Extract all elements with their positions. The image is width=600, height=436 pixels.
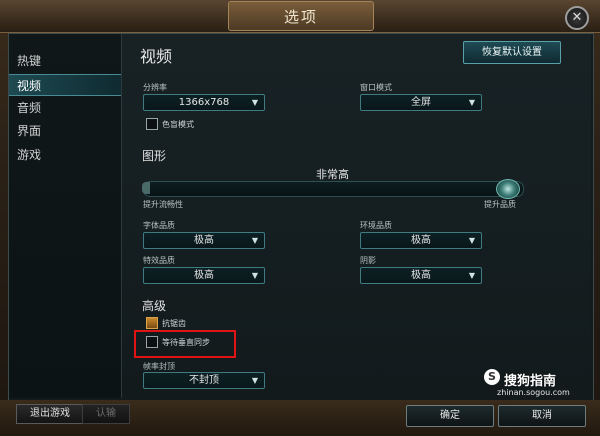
resolution-dropdown[interactable]: 1366x768 ▼ xyxy=(143,94,265,111)
framerate-cap-dropdown[interactable]: 不封顶 ▼ xyxy=(143,372,265,389)
watermark-url: zhinan.sogou.com xyxy=(497,388,570,397)
framerate-cap-value: 不封顶 xyxy=(189,375,219,386)
environment-quality-value: 极高 xyxy=(411,235,431,246)
resolution-value: 1366x768 xyxy=(178,97,230,108)
shadows-dropdown[interactable]: 极高 ▼ xyxy=(360,267,482,284)
sidebar-item-game[interactable]: 游戏 xyxy=(9,144,121,166)
environment-quality-dropdown[interactable]: 极高 ▼ xyxy=(360,232,482,249)
chevron-down-icon: ▼ xyxy=(251,236,258,245)
chevron-down-icon: ▼ xyxy=(251,271,258,280)
character-quality-value: 极高 xyxy=(194,235,214,246)
chevron-down-icon: ▼ xyxy=(468,98,475,107)
sidebar: 热键 视频 音频 界面 游戏 xyxy=(9,34,122,398)
chevron-down-icon: ▼ xyxy=(468,271,475,280)
chevron-down-icon: ▼ xyxy=(251,98,258,107)
quality-value: 非常高 xyxy=(316,168,349,181)
antialiasing-label: 抗锯齿 xyxy=(162,319,186,328)
character-quality-dropdown[interactable]: 极高 ▼ xyxy=(143,232,265,249)
surrender-button[interactable]: 认输 xyxy=(82,404,130,424)
sogou-logo-icon: S xyxy=(484,369,500,385)
reset-defaults-button[interactable]: 恢复默认设置 xyxy=(463,41,561,64)
quality-slider-handle[interactable] xyxy=(496,179,520,199)
slider-right-label: 提升品质 xyxy=(484,200,516,209)
exit-game-button[interactable]: 退出游戏 xyxy=(16,404,84,424)
watermark-brand: 搜狗指南 xyxy=(504,374,557,389)
sidebar-item-audio[interactable]: 音频 xyxy=(9,97,121,119)
window-title: 选项 xyxy=(228,1,374,31)
advanced-section-title: 高级 xyxy=(142,299,167,313)
window-mode-dropdown[interactable]: 全屏 ▼ xyxy=(360,94,482,111)
highlight-box xyxy=(134,330,236,358)
window-mode-value: 全屏 xyxy=(411,97,431,108)
antialiasing-checkbox[interactable] xyxy=(146,317,158,329)
resolution-label: 分辨率 xyxy=(143,83,167,92)
cancel-button[interactable]: 取消 xyxy=(498,405,586,427)
effects-quality-value: 极高 xyxy=(194,270,214,281)
colorblind-label: 色盲模式 xyxy=(162,120,194,129)
character-quality-label: 字体品质 xyxy=(143,221,175,230)
ok-button[interactable]: 确定 xyxy=(406,405,494,427)
quality-slider[interactable] xyxy=(143,181,524,197)
video-section-title: 视频 xyxy=(140,47,173,66)
graphics-section-title: 图形 xyxy=(142,149,167,163)
slider-left-label: 提升流畅性 xyxy=(143,200,183,209)
sidebar-item-hotkeys[interactable]: 热键 xyxy=(9,50,121,72)
shadows-value: 极高 xyxy=(411,270,431,281)
window-mode-label: 窗口模式 xyxy=(360,83,392,92)
close-icon[interactable]: ✕ xyxy=(565,6,589,30)
framerate-cap-label: 帧率封顶 xyxy=(143,362,175,371)
chevron-down-icon: ▼ xyxy=(251,376,258,385)
environment-quality-label: 环境品质 xyxy=(360,221,392,230)
sidebar-item-video[interactable]: 视频 xyxy=(9,74,121,96)
effects-quality-dropdown[interactable]: 极高 ▼ xyxy=(143,267,265,284)
slider-end-cap xyxy=(142,182,150,194)
sidebar-item-interface[interactable]: 界面 xyxy=(9,120,121,142)
title-bar: 选项 xyxy=(0,0,600,33)
colorblind-checkbox[interactable] xyxy=(146,118,158,130)
shadows-label: 阴影 xyxy=(360,256,376,265)
chevron-down-icon: ▼ xyxy=(468,236,475,245)
effects-quality-label: 特效品质 xyxy=(143,256,175,265)
